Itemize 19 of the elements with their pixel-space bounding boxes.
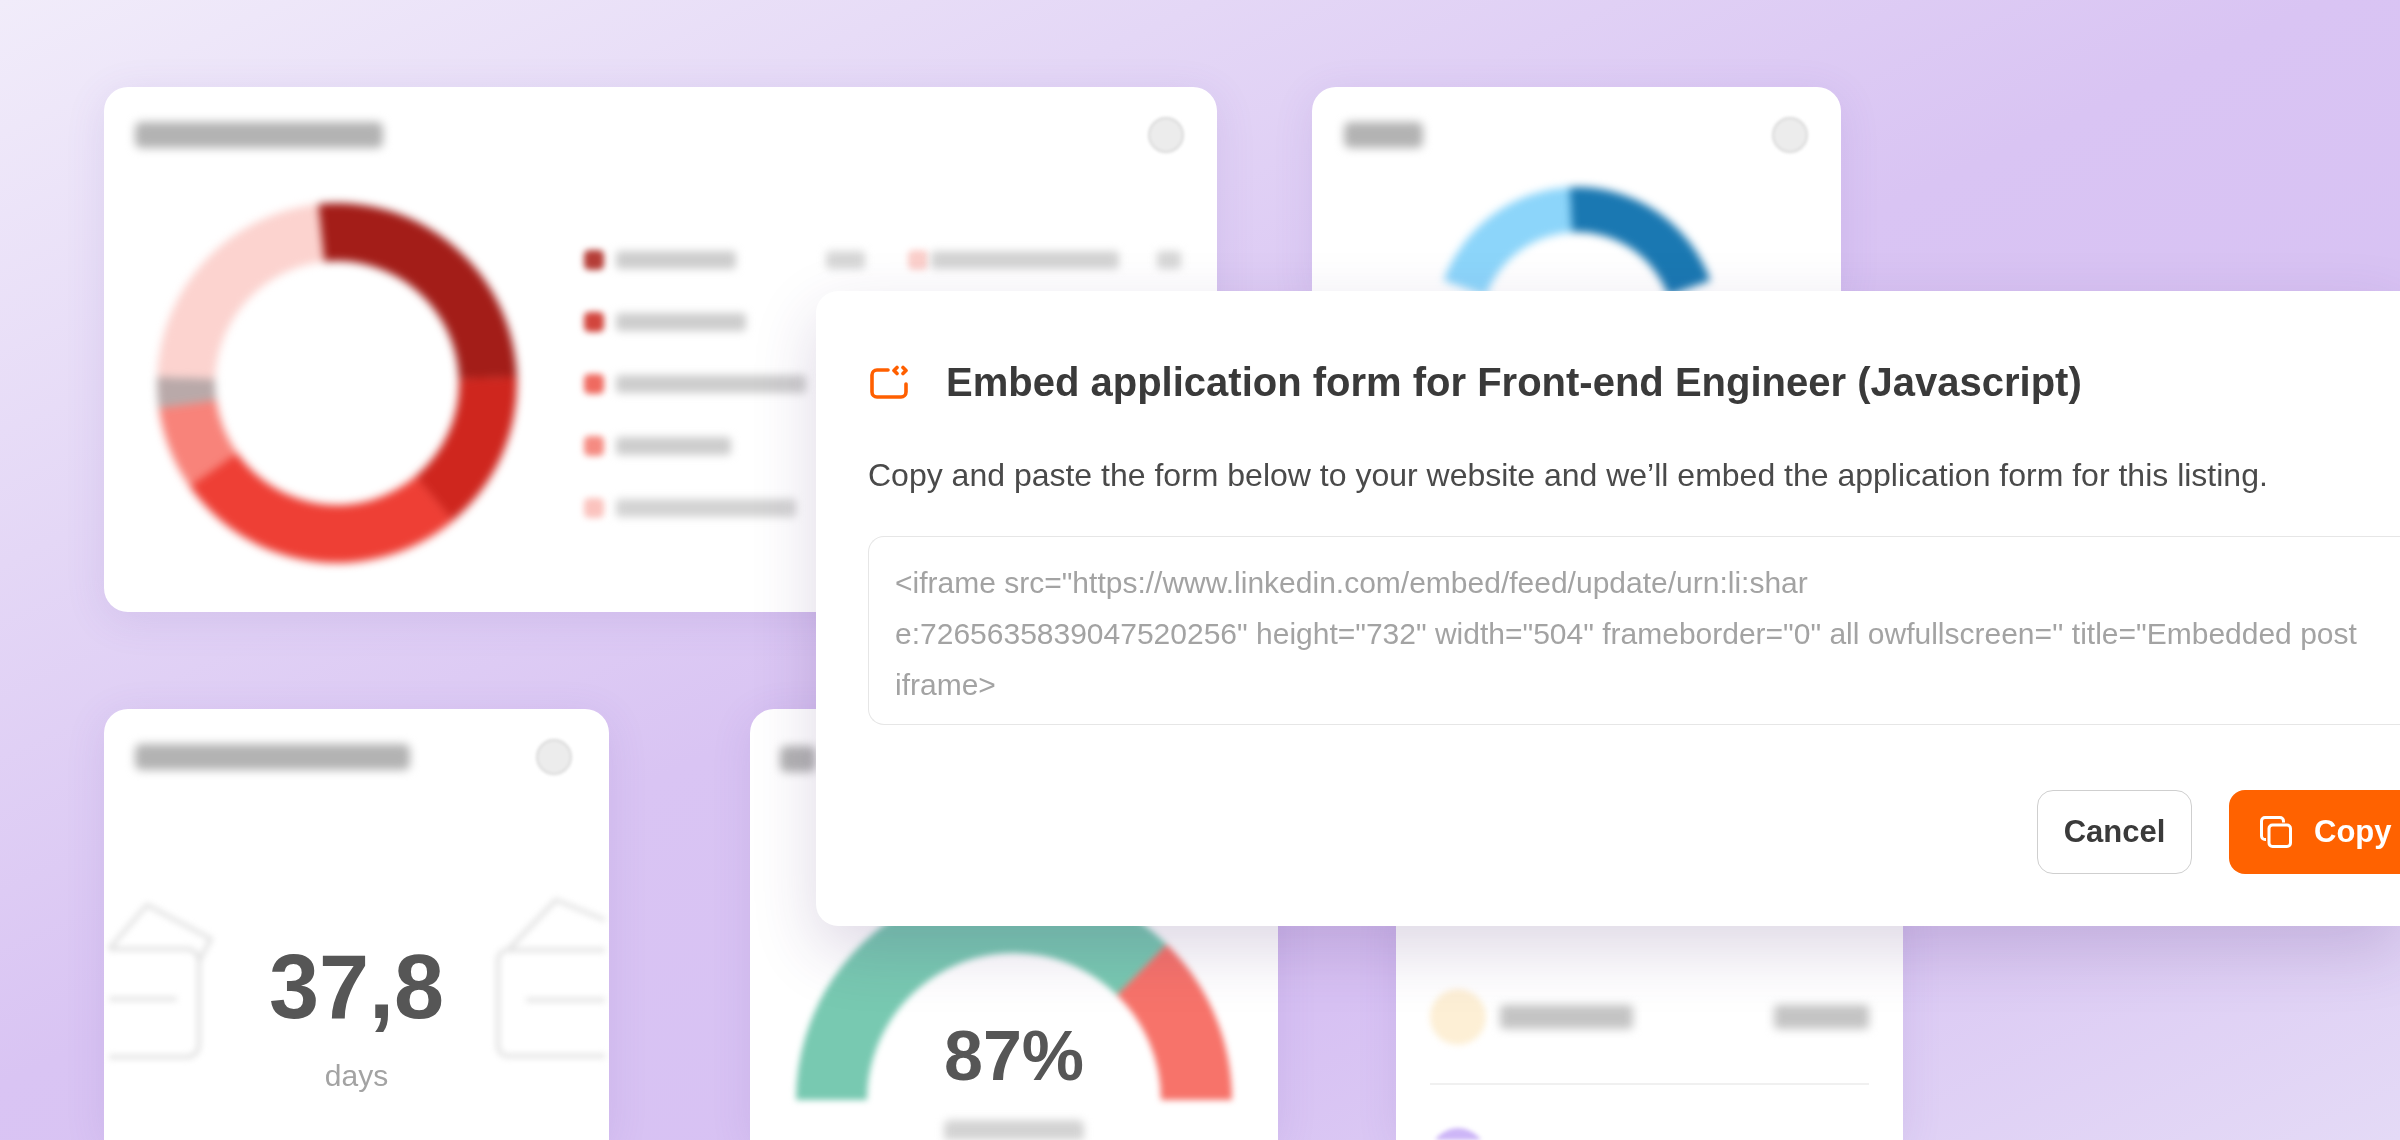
dialog-description: Copy and paste the form below to your website and we’ll embed the application form for this listing. xyxy=(868,456,2269,495)
embed-icon xyxy=(868,365,911,399)
embed-code-field[interactable]: <iframe src="https://www.linkedin.com/embed/feed/update/urn:li:shar e:7265635839047520256" height="732" width="504" frameborder="0" all owfullscreen='' title="Embedded post iframe> xyxy=(868,536,2400,725)
blurred-text xyxy=(826,251,865,269)
copy-button[interactable]: Copy xyxy=(2229,790,2400,874)
gauge-percent-value: 87% xyxy=(943,1021,1085,1091)
dialog-title: Embed application form for Front-end Engineer (Javascript) xyxy=(946,359,2082,406)
blurred-text xyxy=(1157,251,1181,269)
average-days-value: 37,8 xyxy=(268,942,445,1032)
legend-swatch xyxy=(584,498,604,518)
blurred-text xyxy=(780,746,816,772)
legend-swatch xyxy=(584,374,604,394)
cancel-button[interactable]: Cancel xyxy=(2037,790,2192,874)
legend-swatch xyxy=(584,250,604,270)
legend-swatch xyxy=(584,312,604,332)
legend-swatch xyxy=(908,250,928,270)
legend-swatch xyxy=(584,436,604,456)
days-label: days xyxy=(324,1058,389,1094)
copy-icon xyxy=(2259,815,2293,849)
